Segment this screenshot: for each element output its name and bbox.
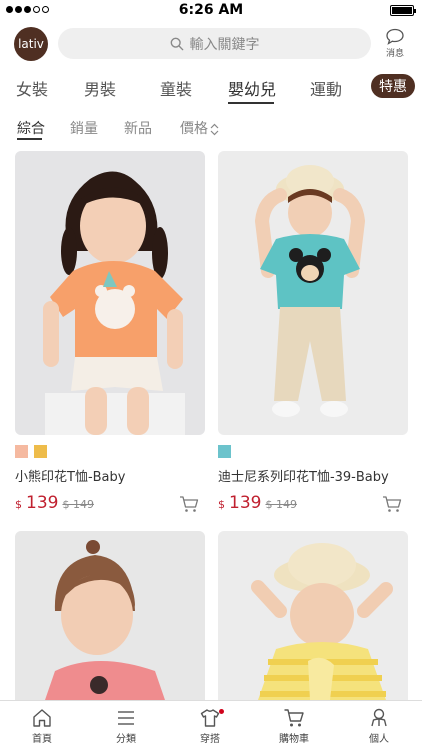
brand-logo[interactable]: lativ xyxy=(14,27,48,61)
sort-bar: 綜合 銷量 新品 價格 xyxy=(0,118,422,140)
original-price: $ 149 xyxy=(62,498,94,511)
cart-icon xyxy=(284,709,304,727)
nav-cart[interactable]: 購物車 xyxy=(264,707,324,745)
nav-categories-label: 分類 xyxy=(116,734,136,745)
sort-new[interactable]: 新品 xyxy=(124,118,152,138)
product-photo[interactable] xyxy=(218,151,408,435)
tab-sale[interactable]: 特惠 xyxy=(371,74,415,98)
search-placeholder: 輸入關鍵字 xyxy=(189,36,260,53)
active-tab-indicator xyxy=(228,102,274,104)
nav-outfits[interactable]: 穿搭 xyxy=(180,707,240,745)
currency-symbol: $ xyxy=(15,498,22,511)
messages-label: 消息 xyxy=(385,49,404,59)
status-bar: 6:26 AM xyxy=(0,0,422,20)
nav-home[interactable]: 首頁 xyxy=(12,707,72,745)
product-photo[interactable] xyxy=(15,151,205,435)
category-tabs: 女裝 男裝 童裝 嬰幼兒 運動 特惠 xyxy=(0,72,422,106)
nav-outfits-label: 穿搭 xyxy=(200,734,220,745)
sort-price-label: 價格 xyxy=(180,121,208,137)
sort-arrows-icon xyxy=(210,123,219,135)
add-to-cart-icon[interactable] xyxy=(382,495,402,513)
sort-overall[interactable]: 綜合 xyxy=(17,118,45,138)
nav-categories[interactable]: 分類 xyxy=(96,707,156,745)
bottom-nav: 首頁 分類 穿搭 購物車 個人 xyxy=(0,700,422,750)
color-swatches xyxy=(218,445,231,458)
nav-profile[interactable]: 個人 xyxy=(349,707,409,745)
sale-price: 139 xyxy=(26,493,59,513)
sort-sales[interactable]: 銷量 xyxy=(70,118,98,138)
sort-price[interactable]: 價格 xyxy=(180,118,219,138)
product-name[interactable]: 小熊印花T恤-Baby xyxy=(15,466,125,485)
product-name[interactable]: 迪士尼系列印花T恤-39-Baby xyxy=(218,466,389,485)
nav-profile-label: 個人 xyxy=(369,734,389,745)
color-swatch[interactable] xyxy=(15,445,28,458)
tab-men[interactable]: 男裝 xyxy=(84,76,116,100)
person-icon xyxy=(371,708,387,727)
tab-kids[interactable]: 童裝 xyxy=(160,76,192,100)
add-to-cart-icon[interactable] xyxy=(179,495,199,513)
status-time: 6:26 AM xyxy=(178,2,244,18)
notification-dot xyxy=(219,709,224,714)
tab-baby[interactable]: 嬰幼兒 xyxy=(228,76,276,100)
tab-women[interactable]: 女裝 xyxy=(16,76,48,100)
chat-bubble-icon xyxy=(386,28,404,45)
color-swatch[interactable] xyxy=(218,445,231,458)
product-photo[interactable] xyxy=(15,531,205,700)
currency-symbol: $ xyxy=(218,498,225,511)
messages-button[interactable]: 消息 xyxy=(380,28,410,59)
product-price: $139 $ 149 xyxy=(15,493,94,513)
sale-price: 139 xyxy=(229,493,262,513)
search-icon xyxy=(170,37,183,50)
tab-sports[interactable]: 運動 xyxy=(310,76,342,100)
battery-icon xyxy=(390,5,416,16)
menu-icon xyxy=(118,711,134,725)
color-swatch[interactable] xyxy=(34,445,47,458)
shirt-icon xyxy=(200,709,220,727)
product-photo[interactable] xyxy=(218,531,408,700)
product-price: $139 $ 149 xyxy=(218,493,297,513)
original-price: $ 149 xyxy=(265,498,297,511)
color-swatches xyxy=(15,445,47,458)
nav-home-label: 首頁 xyxy=(32,734,52,745)
nav-cart-label: 購物車 xyxy=(279,734,309,745)
active-sort-indicator xyxy=(17,138,42,140)
search-bar[interactable]: 輸入關鍵字 xyxy=(58,28,371,59)
home-icon xyxy=(33,709,51,727)
